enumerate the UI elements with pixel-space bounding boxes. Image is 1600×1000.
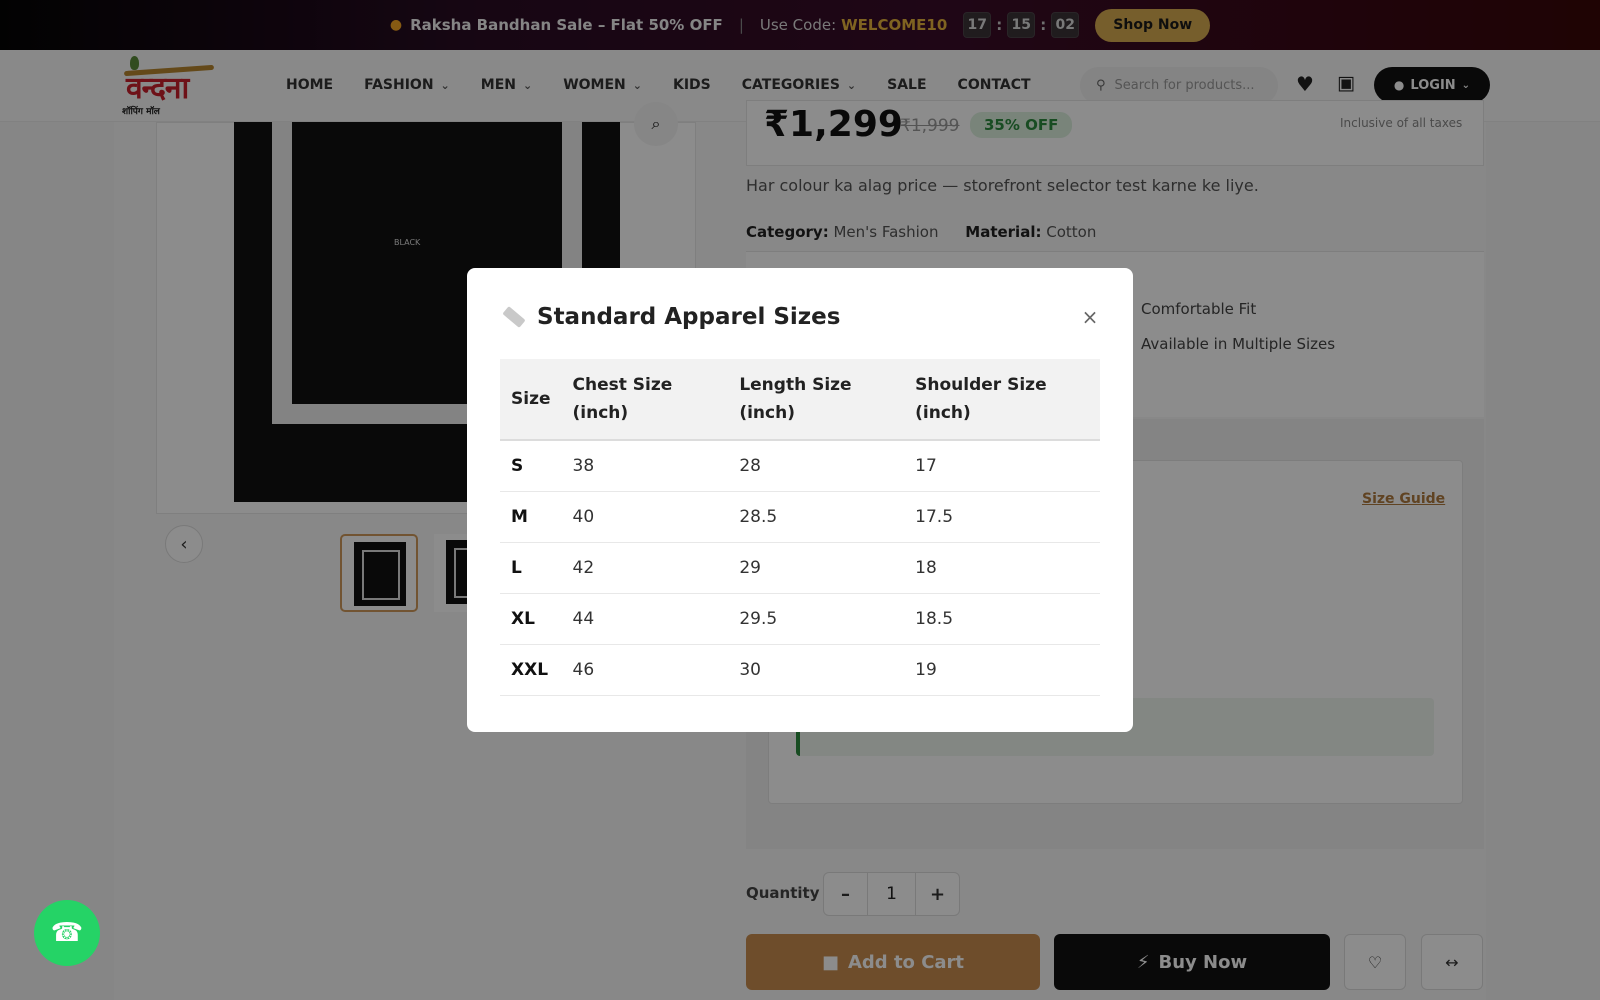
- shoulder-cell: 18.5: [904, 593, 1100, 645]
- table-row: M 40 28.5 17.5: [500, 491, 1100, 543]
- length-cell: 29.5: [728, 593, 905, 645]
- length-cell: 28: [728, 440, 905, 492]
- table-row: XL 44 29.5 18.5: [500, 593, 1100, 645]
- chest-cell: 44: [561, 593, 729, 645]
- shoulder-cell: 19: [904, 644, 1100, 696]
- length-cell: 29: [728, 542, 905, 594]
- shoulder-cell: 17: [904, 440, 1100, 492]
- size-cell: XL: [500, 593, 562, 645]
- shoulder-cell: 18: [904, 542, 1100, 594]
- close-icon[interactable]: ×: [1079, 305, 1101, 329]
- column-header: Size: [500, 359, 562, 441]
- length-cell: 28.5: [728, 491, 905, 543]
- chest-cell: 46: [561, 644, 729, 696]
- length-cell: 30: [728, 644, 905, 696]
- table-row: XXL 46 30 19: [500, 644, 1100, 696]
- size-cell: M: [500, 491, 562, 543]
- chest-cell: 38: [561, 440, 729, 492]
- size-chart-table: Size Chest Size (inch) Length Size (inch…: [500, 359, 1100, 696]
- ruler-icon: [502, 306, 526, 328]
- modal-title: Standard Apparel Sizes: [502, 304, 841, 330]
- column-header: Length Size (inch): [728, 359, 905, 441]
- table-row: S 38 28 17: [500, 440, 1100, 492]
- size-cell: S: [500, 440, 562, 492]
- column-header: Chest Size (inch): [561, 359, 729, 441]
- size-chart-modal: Standard Apparel Sizes × Size Chest Size…: [467, 268, 1133, 732]
- chest-cell: 42: [561, 542, 729, 594]
- table-row: L 42 29 18: [500, 542, 1100, 594]
- column-header: Shoulder Size (inch): [904, 359, 1100, 441]
- table-header-row: Size Chest Size (inch) Length Size (inch…: [500, 359, 1100, 441]
- modal-title-text: Standard Apparel Sizes: [537, 304, 841, 330]
- shoulder-cell: 17.5: [904, 491, 1100, 543]
- whatsapp-icon: ☎: [50, 918, 84, 948]
- chest-cell: 40: [561, 491, 729, 543]
- size-cell: L: [500, 542, 562, 594]
- size-cell: XXL: [500, 644, 562, 696]
- whatsapp-button[interactable]: ☎: [34, 900, 100, 966]
